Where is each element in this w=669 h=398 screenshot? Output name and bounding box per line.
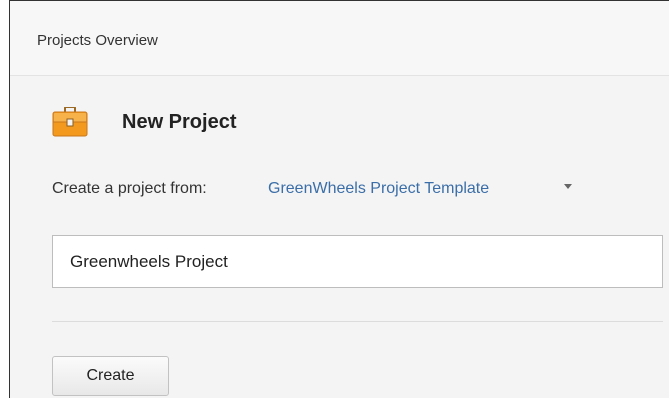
- projects-window: Projects Overview New Project Create a p…: [9, 0, 669, 398]
- create-from-label: Create a project from:: [52, 180, 207, 197]
- page-header: Projects Overview: [10, 1, 669, 76]
- chevron-down-icon[interactable]: [564, 184, 572, 189]
- project-name-input[interactable]: [52, 235, 663, 288]
- divider: [52, 321, 663, 322]
- create-button[interactable]: Create: [52, 356, 169, 396]
- new-project-panel: New Project Create a project from: Green…: [10, 76, 669, 398]
- template-dropdown[interactable]: GreenWheels Project Template: [268, 180, 489, 198]
- page-title: Projects Overview: [37, 32, 158, 49]
- new-project-title: New Project: [122, 111, 237, 133]
- briefcase-icon: [52, 107, 88, 137]
